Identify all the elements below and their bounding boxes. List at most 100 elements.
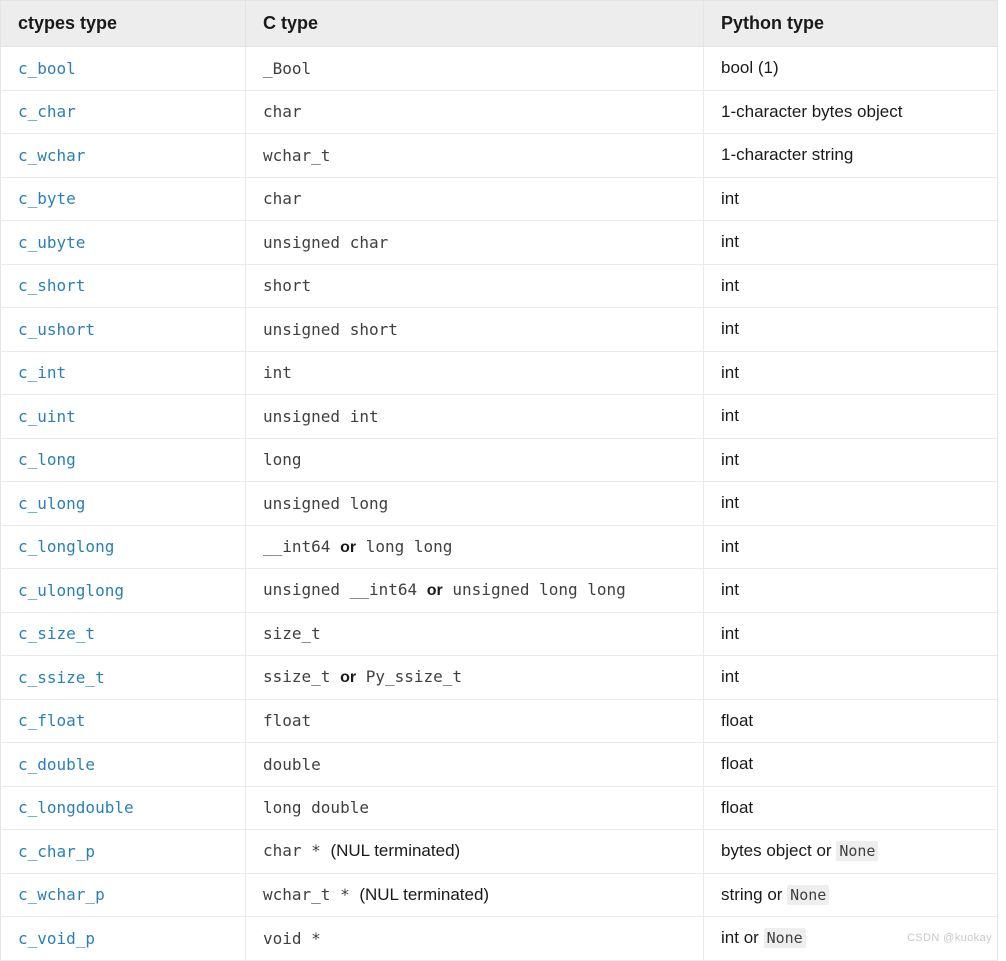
ctypes-type-link-c_bool[interactable]: c_bool (18, 59, 76, 78)
ctypes-type-link-c_byte[interactable]: c_byte (18, 189, 76, 208)
cell-ctypes-type: c_ushort (0, 307, 246, 352)
conjunction-or: or (743, 928, 759, 948)
plain-text: int (721, 188, 739, 208)
code-text: char (263, 102, 302, 122)
plain-text: int (721, 406, 739, 426)
cell-c-type: ssize_t or Py_ssize_t (245, 655, 704, 700)
cell-python-type: 1-character string (703, 133, 998, 178)
code-text: short (263, 276, 312, 296)
cell-python-type: bool (1) (703, 46, 998, 91)
code-text: unsigned short (263, 319, 398, 339)
table-row: c_byte char int (0, 177, 998, 221)
code-text: Py_ssize_t (365, 667, 463, 687)
cell-python-type: int (703, 481, 998, 526)
ctypes-type-link-c_char_p[interactable]: c_char_p (18, 842, 95, 861)
cell-python-type: bytes object or None (703, 829, 998, 874)
cell-c-type: wchar_t * (NUL terminated) (245, 873, 704, 917)
code-text: char * (263, 841, 321, 861)
code-text: unsigned long (263, 493, 389, 513)
cell-python-type: string or None (703, 873, 998, 917)
cell-python-type: int (703, 177, 998, 221)
ctypes-type-link-c_wchar_p[interactable]: c_wchar_p (18, 885, 105, 904)
table-header: ctypes type C type Python type (0, 0, 998, 47)
code-text: _Bool (263, 58, 312, 78)
cell-ctypes-type: c_float (0, 699, 246, 743)
code-text: __int64 (263, 536, 331, 556)
code-text: long double (263, 798, 369, 818)
plain-text: int (721, 275, 739, 295)
plain-text: float (721, 710, 754, 730)
table-body: c_bool _Bool bool (1) c_char char 1-character… (0, 46, 998, 961)
ctypes-type-link-c_int[interactable]: c_int (18, 363, 66, 382)
ctypes-type-link-c_ubyte[interactable]: c_ubyte (18, 233, 85, 252)
ctypes-type-link-c_ssize_t[interactable]: c_ssize_t (18, 668, 105, 687)
column-header-c-type: C type (245, 0, 704, 47)
plain-text: int (721, 493, 739, 513)
ctypes-type-link-c_void_p[interactable]: c_void_p (18, 929, 95, 948)
cell-c-type: float (245, 699, 704, 743)
cell-c-type: __int64 or long long (245, 525, 704, 569)
table-row: c_char_p char * (NUL terminated) bytes obj… (0, 829, 998, 874)
cell-ctypes-type: c_uint (0, 394, 246, 439)
code-text: unsigned long long (452, 580, 626, 600)
ctypes-type-link-c_ulong[interactable]: c_ulong (18, 494, 85, 513)
cell-python-type: int (703, 264, 998, 308)
plain-text: bytes object (721, 841, 812, 861)
cell-c-type: int (245, 351, 704, 395)
code-text: long (263, 450, 302, 470)
cell-python-type: int (703, 438, 998, 482)
ctypes-type-link-c_char[interactable]: c_char (18, 102, 76, 121)
code-text: unsigned int (263, 406, 379, 426)
plain-text: string (721, 884, 763, 904)
table-row: c_longlong __int64 or long long int (0, 525, 998, 569)
table-row: c_wchar wchar_t 1-character string (0, 133, 998, 178)
table-row: c_long long int (0, 438, 998, 482)
plain-text: 1-character bytes object (721, 101, 903, 121)
ctypes-type-link-c_uint[interactable]: c_uint (18, 407, 76, 426)
cell-c-type: char (245, 90, 704, 134)
cell-ctypes-type: c_char (0, 90, 246, 134)
ctypes-type-link-c_ushort[interactable]: c_ushort (18, 320, 95, 339)
ctypes-type-link-c_longlong[interactable]: c_longlong (18, 537, 114, 556)
ctypes-type-link-c_double[interactable]: c_double (18, 755, 95, 774)
ctypes-type-link-c_float[interactable]: c_float (18, 711, 85, 730)
code-text: wchar_t (263, 145, 331, 165)
cell-c-type: unsigned int (245, 394, 704, 439)
cell-python-type: float (703, 742, 998, 787)
cell-ctypes-type: c_ulong (0, 481, 246, 526)
code-text: long long (365, 536, 453, 556)
ctypes-type-link-c_wchar[interactable]: c_wchar (18, 146, 85, 165)
cell-c-type: unsigned char (245, 220, 704, 265)
code-text: unsigned __int64 (263, 580, 418, 600)
cell-python-type: int or None (703, 916, 998, 961)
cell-ctypes-type: c_long (0, 438, 246, 482)
plain-text: int (721, 928, 739, 948)
inline-code-literal: None (787, 884, 830, 905)
code-text: wchar_t * (263, 884, 350, 904)
plain-text: int (721, 580, 739, 600)
ctypes-type-link-c_short[interactable]: c_short (18, 276, 85, 295)
table-row: c_ubyte unsigned char int (0, 220, 998, 265)
cell-ctypes-type: c_size_t (0, 612, 246, 656)
ctypes-type-link-c_ulonglong[interactable]: c_ulonglong (18, 581, 124, 600)
cell-ctypes-type: c_int (0, 351, 246, 395)
cell-ctypes-type: c_wchar (0, 133, 246, 178)
table-row: c_uint unsigned int int (0, 394, 998, 439)
ctypes-type-link-c_long[interactable]: c_long (18, 450, 76, 469)
cell-python-type: int (703, 525, 998, 569)
cell-ctypes-type: c_bool (0, 46, 246, 91)
table-row: c_float float float (0, 699, 998, 743)
cell-c-type: double (245, 742, 704, 787)
cell-c-type: _Bool (245, 46, 704, 91)
ctypes-type-link-c_size_t[interactable]: c_size_t (18, 624, 95, 643)
table-row: c_void_p void * int or None (0, 916, 998, 961)
cell-ctypes-type: c_void_p (0, 916, 246, 961)
code-text: double (263, 754, 321, 774)
inline-code-literal: None (836, 841, 879, 862)
ctypes-type-link-c_longdouble[interactable]: c_longdouble (18, 798, 134, 817)
cell-ctypes-type: c_ulonglong (0, 568, 246, 613)
cell-ctypes-type: c_longdouble (0, 786, 246, 830)
plain-text: int (721, 362, 739, 382)
code-text: ssize_t (263, 667, 331, 687)
cell-python-type: float (703, 786, 998, 830)
